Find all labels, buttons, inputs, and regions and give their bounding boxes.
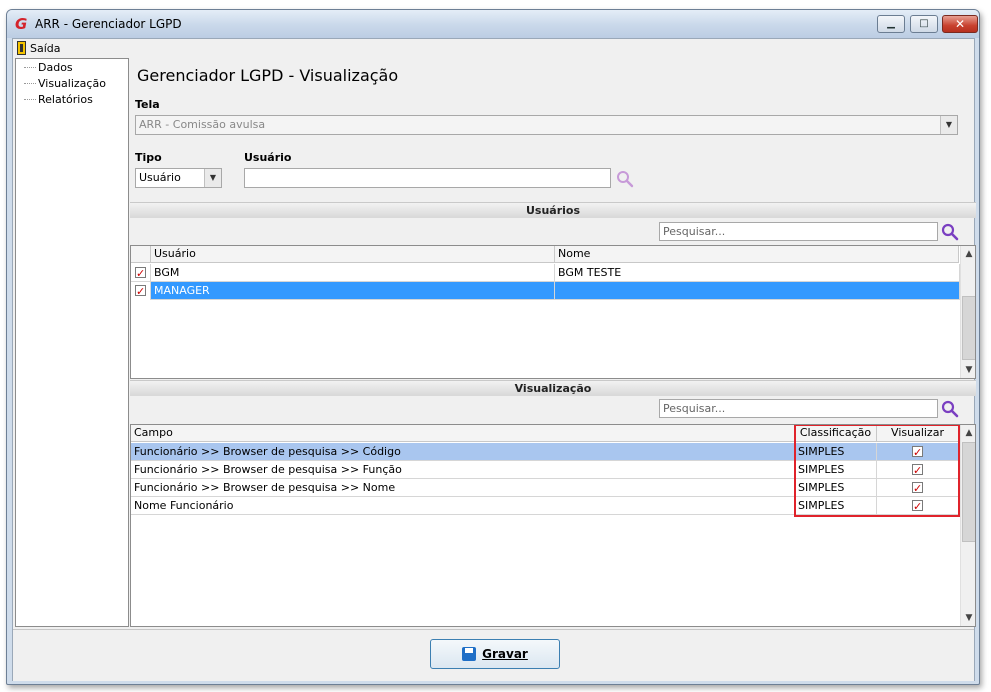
tree-item-dados[interactable]: Dados (24, 61, 73, 74)
visualizacao-grid: Campo Classificação Visualizar Funcionár… (130, 424, 976, 627)
client-area: Saída Dados Visualização Relatórios Gere… (12, 38, 976, 681)
table-row[interactable]: MANAGER (131, 282, 960, 300)
tipo-select[interactable]: Usuário ▼ (135, 168, 222, 188)
exit-door-icon (17, 41, 26, 55)
scroll-up-icon[interactable]: ▲ (961, 246, 975, 262)
usuario-cell: BGM (151, 264, 555, 282)
page-title: Gerenciador LGPD - Visualização (137, 66, 399, 85)
usuarios-section-header: Usuários (130, 202, 976, 218)
maximize-button[interactable]: □ (910, 15, 938, 33)
table-row[interactable]: BGM BGM TESTE (131, 264, 960, 282)
row-checkbox[interactable] (135, 265, 146, 282)
tipo-value: Usuário (139, 171, 181, 184)
search-icon[interactable] (616, 170, 634, 188)
scroll-down-icon[interactable]: ▼ (961, 610, 975, 626)
menu-exit[interactable]: Saída (17, 40, 61, 56)
campo-cell: Nome Funcionário (131, 497, 795, 515)
nome-cell: BGM TESTE (555, 264, 960, 282)
usuario-label: Usuário (244, 151, 292, 164)
usuarios-grid: Usuário Nome BGM BGM TESTE MANAGER ▲ ▼ (130, 245, 976, 379)
tela-value: ARR - Comissão avulsa (139, 118, 266, 131)
tree-item-relatorios[interactable]: Relatórios (24, 93, 93, 106)
row-checkbox[interactable] (135, 283, 146, 300)
scroll-down-icon[interactable]: ▼ (961, 362, 975, 378)
scroll-up-icon[interactable]: ▲ (961, 425, 975, 441)
menu-bar: Saída (13, 39, 974, 57)
menu-exit-label: Saída (30, 41, 61, 55)
app-window: G ARR - Gerenciador LGPD ▁ □ ✕ Saída Dad… (6, 9, 980, 685)
visualizacao-section-header: Visualização (130, 380, 976, 396)
column-header-usuario[interactable]: Usuário (151, 246, 555, 263)
campo-cell: Funcionário >> Browser de pesquisa >> No… (131, 479, 795, 497)
title-bar[interactable]: G ARR - Gerenciador LGPD ▁ □ ✕ (7, 10, 979, 38)
minimize-button[interactable]: ▁ (877, 15, 905, 33)
close-button[interactable]: ✕ (942, 15, 978, 33)
row-check-cell (131, 264, 151, 282)
scrollbar-thumb[interactable] (962, 442, 975, 542)
column-header-campo[interactable]: Campo (131, 425, 795, 442)
visualizacao-search-input[interactable]: Pesquisar... (659, 399, 938, 418)
app-logo-icon: G (15, 15, 28, 33)
search-icon[interactable] (941, 223, 959, 241)
tela-label: Tela (135, 98, 160, 111)
tree-item-visualizacao[interactable]: Visualização (24, 77, 106, 90)
footer-bar: Gravar (13, 629, 974, 681)
tipo-label: Tipo (135, 151, 162, 164)
floppy-disk-icon (462, 647, 477, 661)
window-title: ARR - Gerenciador LGPD (35, 17, 182, 31)
visualizacao-scrollbar[interactable]: ▲ ▼ (960, 425, 975, 626)
scrollbar-thumb[interactable] (962, 296, 975, 360)
usuarios-scrollbar[interactable]: ▲ ▼ (960, 246, 975, 378)
column-header-check (131, 246, 151, 263)
row-check-cell (131, 282, 151, 300)
usuario-input[interactable] (244, 168, 611, 188)
chevron-down-icon[interactable]: ▼ (940, 116, 957, 134)
tela-select[interactable]: ARR - Comissão avulsa ▼ (135, 115, 958, 135)
tree-item-label: Relatórios (38, 93, 93, 106)
tree-item-label: Dados (38, 61, 73, 74)
usuario-cell: MANAGER (151, 282, 555, 300)
column-header-nome[interactable]: Nome (555, 246, 959, 263)
chevron-down-icon[interactable]: ▼ (204, 169, 221, 187)
highlight-box (794, 425, 960, 517)
save-button-label: Gravar (482, 647, 528, 661)
tree-item-label: Visualização (38, 77, 106, 90)
campo-cell: Funcionário >> Browser de pesquisa >> Fu… (131, 461, 795, 479)
usuarios-search-input[interactable]: Pesquisar... (659, 222, 938, 241)
search-icon[interactable] (941, 400, 959, 418)
nome-cell (555, 282, 960, 300)
campo-cell: Funcionário >> Browser de pesquisa >> Có… (131, 443, 795, 461)
navigation-tree: Dados Visualização Relatórios (15, 58, 129, 627)
save-button[interactable]: Gravar (430, 639, 560, 669)
